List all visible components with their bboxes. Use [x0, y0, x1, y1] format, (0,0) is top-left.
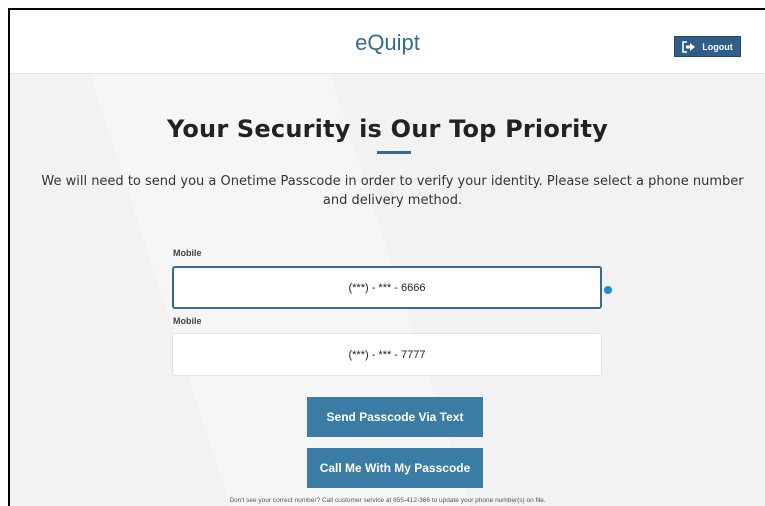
send-text-button[interactable]: Send Passcode Via Text: [307, 397, 483, 437]
app-frame: eQuipt Logout Your Security is Our Top P…: [8, 8, 765, 506]
logo: eQuipt: [355, 30, 420, 55]
phone-option-2[interactable]: (***) - *** - 7777: [172, 333, 602, 376]
logout-arrow-icon: [682, 40, 696, 53]
page-description: We will need to send you a Onetime Passc…: [41, 174, 744, 208]
phone-label-1: Mobile: [173, 248, 202, 258]
call-me-button[interactable]: Call Me With My Passcode: [307, 448, 483, 488]
selected-indicator: [604, 286, 612, 294]
footnote: Don't see your correct number? Call cust…: [229, 497, 546, 504]
phone-option-1[interactable]: (***) - *** - 6666: [172, 266, 602, 309]
page-title: Your Security is Our Top Priority: [166, 115, 609, 143]
title-underline: [377, 151, 411, 154]
phone-label-2: Mobile: [173, 316, 202, 326]
main-content: Your Security is Our Top Priority We wil…: [10, 74, 765, 506]
header: eQuipt Logout: [10, 10, 765, 74]
logout-label: Logout: [702, 41, 733, 52]
logout-button[interactable]: Logout: [674, 36, 741, 57]
